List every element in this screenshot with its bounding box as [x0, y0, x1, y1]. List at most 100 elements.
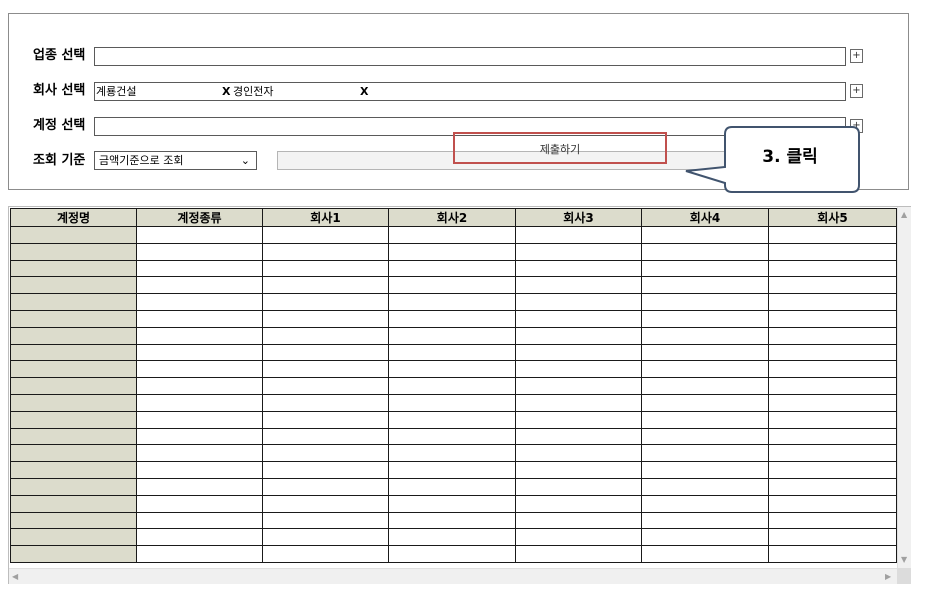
table-cell[interactable] — [641, 276, 769, 295]
table-cell[interactable] — [768, 511, 897, 530]
table-cell[interactable] — [10, 276, 137, 295]
table-cell[interactable] — [262, 545, 389, 563]
table-cell[interactable] — [388, 444, 516, 463]
table-cell[interactable] — [262, 511, 389, 530]
scroll-right-icon[interactable]: ▶ — [885, 572, 891, 582]
column-header[interactable]: 회사4 — [641, 208, 769, 227]
table-cell[interactable] — [262, 326, 389, 345]
table-cell[interactable] — [388, 545, 516, 563]
table-cell[interactable] — [136, 461, 263, 479]
company-chip-2-remove-icon[interactable]: X — [360, 84, 368, 100]
table-cell[interactable] — [10, 226, 137, 244]
table-cell[interactable] — [262, 259, 389, 278]
company-chip-1-remove-icon[interactable]: X — [222, 84, 230, 100]
table-row[interactable] — [10, 226, 897, 244]
table-cell[interactable] — [641, 477, 769, 496]
table-cell[interactable] — [768, 259, 897, 278]
table-cell[interactable] — [641, 326, 769, 345]
table-row[interactable] — [10, 343, 897, 362]
table-cell[interactable] — [262, 444, 389, 463]
table-cell[interactable] — [262, 461, 389, 479]
table-cell[interactable] — [515, 427, 642, 446]
table-cell[interactable] — [388, 477, 516, 496]
table-cell[interactable] — [10, 242, 137, 261]
table-cell[interactable] — [641, 360, 769, 379]
table-cell[interactable] — [262, 477, 389, 496]
table-cell[interactable] — [768, 309, 897, 328]
table-cell[interactable] — [515, 293, 642, 311]
table-cell[interactable] — [768, 410, 897, 429]
table-cell[interactable] — [136, 477, 263, 496]
table-cell[interactable] — [136, 511, 263, 530]
table-cell[interactable] — [768, 427, 897, 446]
table-cell[interactable] — [10, 461, 137, 479]
table-row[interactable] — [10, 494, 897, 513]
table-cell[interactable] — [388, 410, 516, 429]
table-cell[interactable] — [136, 427, 263, 446]
table-cell[interactable] — [10, 343, 137, 362]
table-cell[interactable] — [262, 494, 389, 513]
table-cell[interactable] — [262, 343, 389, 362]
table-cell[interactable] — [388, 427, 516, 446]
table-cell[interactable] — [388, 293, 516, 311]
table-cell[interactable] — [768, 545, 897, 563]
table-row[interactable] — [10, 511, 897, 530]
column-header[interactable]: 계정명 — [10, 208, 137, 227]
table-cell[interactable] — [10, 410, 137, 429]
table-cell[interactable] — [10, 477, 137, 496]
table-cell[interactable] — [388, 377, 516, 395]
table-cell[interactable] — [388, 242, 516, 261]
table-cell[interactable] — [262, 276, 389, 295]
table-cell[interactable] — [136, 309, 263, 328]
table-cell[interactable] — [515, 528, 642, 547]
table-cell[interactable] — [10, 393, 137, 412]
table-cell[interactable] — [768, 293, 897, 311]
table-cell[interactable] — [641, 528, 769, 547]
table-cell[interactable] — [136, 393, 263, 412]
table-cell[interactable] — [262, 309, 389, 328]
table-cell[interactable] — [10, 259, 137, 278]
table-cell[interactable] — [641, 343, 769, 362]
table-cell[interactable] — [136, 545, 263, 563]
table-cell[interactable] — [388, 528, 516, 547]
table-cell[interactable] — [515, 410, 642, 429]
scroll-up-icon[interactable]: ▲ — [901, 210, 907, 220]
table-row[interactable] — [10, 545, 897, 563]
table-cell[interactable] — [515, 461, 642, 479]
table-cell[interactable] — [641, 427, 769, 446]
table-cell[interactable] — [388, 511, 516, 530]
table-cell[interactable] — [768, 477, 897, 496]
table-cell[interactable] — [10, 528, 137, 547]
table-cell[interactable] — [262, 427, 389, 446]
table-cell[interactable] — [641, 511, 769, 530]
table-cell[interactable] — [641, 461, 769, 479]
table-cell[interactable] — [10, 360, 137, 379]
table-cell[interactable] — [641, 494, 769, 513]
column-header[interactable]: 회사2 — [388, 208, 516, 227]
table-cell[interactable] — [768, 377, 897, 395]
table-cell[interactable] — [136, 528, 263, 547]
table-cell[interactable] — [641, 393, 769, 412]
table-cell[interactable] — [641, 226, 769, 244]
table-row[interactable] — [10, 242, 897, 261]
table-cell[interactable] — [388, 494, 516, 513]
table-cell[interactable] — [262, 226, 389, 244]
table-cell[interactable] — [136, 410, 263, 429]
table-cell[interactable] — [10, 377, 137, 395]
table-cell[interactable] — [136, 259, 263, 278]
table-cell[interactable] — [641, 293, 769, 311]
table-cell[interactable] — [388, 461, 516, 479]
table-row[interactable] — [10, 393, 897, 412]
table-cell[interactable] — [768, 326, 897, 345]
table-cell[interactable] — [515, 494, 642, 513]
table-cell[interactable] — [515, 242, 642, 261]
company-select-field[interactable]: 계룡건설 X 경인전자 X — [94, 82, 846, 101]
table-row[interactable] — [10, 293, 897, 311]
table-row[interactable] — [10, 410, 897, 429]
table-row[interactable] — [10, 259, 897, 278]
vertical-scrollbar[interactable]: ▲ ▼ — [897, 207, 911, 568]
table-cell[interactable] — [388, 259, 516, 278]
horizontal-scrollbar[interactable]: ◀ ▶ — [9, 568, 897, 584]
column-header[interactable]: 계정종류 — [136, 208, 263, 227]
table-cell[interactable] — [10, 309, 137, 328]
